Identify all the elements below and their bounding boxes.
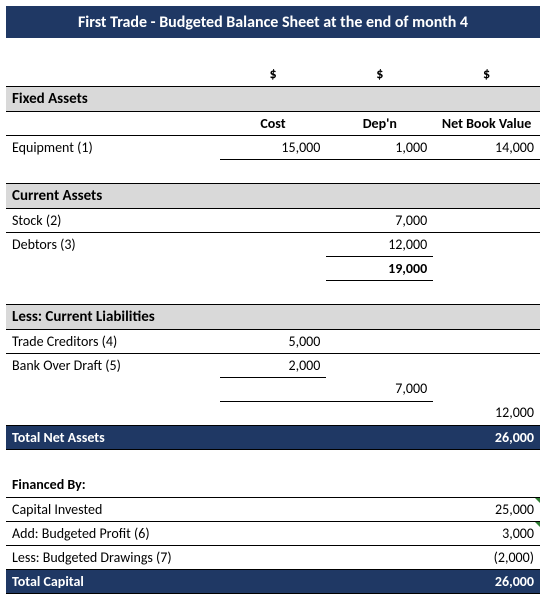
net-current-assets-row: 12,000	[6, 401, 540, 425]
equipment-row: Equipment (1) 15,000 1,000 14,000	[6, 135, 540, 159]
currency-header-row: $ $ $	[6, 62, 540, 86]
spacer	[6, 449, 540, 473]
total-capital-label: Total Capital	[6, 569, 433, 593]
liabilities-subtotal: 7,000	[326, 377, 433, 401]
total-net-assets-value: 26,000	[433, 425, 540, 449]
section-heading: Current Assets	[6, 183, 540, 208]
budgeted-drawings-value: (2,000)	[433, 545, 540, 569]
liabilities-subtotal-row: 7,000	[6, 377, 540, 401]
current-assets-subtotal-row: 19,000	[6, 256, 540, 280]
row-label: Add: Budgeted Profit (6)	[6, 521, 220, 545]
capital-invested-row: Capital Invested 25,000	[6, 497, 540, 521]
current-assets-header: Current Assets	[6, 183, 540, 208]
row-label: Capital Invested	[6, 497, 220, 521]
row-label: Stock (2)	[6, 208, 220, 232]
total-net-assets-row: Total Net Assets 26,000	[6, 425, 540, 449]
capital-invested-value: 25,000	[433, 497, 540, 521]
row-label: Less: Budgeted Drawings (7)	[6, 545, 220, 569]
col-nbv: Net Book Value	[433, 111, 540, 135]
spacer	[6, 38, 540, 62]
total-capital-value: 26,000	[433, 569, 540, 593]
col-depn: Dep'n	[326, 111, 433, 135]
col-cost: Cost	[220, 111, 327, 135]
section-heading: Financed By:	[6, 473, 540, 497]
trade-creditors-value: 5,000	[220, 329, 327, 353]
stock-value: 7,000	[326, 208, 433, 232]
currency-symbol: $	[220, 62, 327, 86]
spacer	[6, 159, 540, 183]
total-net-assets-label: Total Net Assets	[6, 425, 433, 449]
total-capital-row: Total Capital 26,000	[6, 569, 540, 593]
current-liabilities-header: Less: Current Liabilities	[6, 304, 540, 329]
financed-by-header: Financed By:	[6, 473, 540, 497]
equipment-depn: 1,000	[326, 135, 433, 159]
net-current-assets: 12,000	[433, 401, 540, 425]
title-row: First Trade - Budgeted Balance Sheet at …	[6, 6, 540, 38]
currency-symbol: $	[326, 62, 433, 86]
stock-row: Stock (2) 7,000	[6, 208, 540, 232]
row-label: Debtors (3)	[6, 232, 220, 256]
equipment-cost: 15,000	[220, 135, 327, 159]
fixed-assets-header: Fixed Assets	[6, 86, 540, 111]
row-label: Equipment (1)	[6, 135, 220, 159]
sheet-title: First Trade - Budgeted Balance Sheet at …	[6, 6, 540, 38]
debtors-value: 12,000	[326, 232, 433, 256]
overdraft-value: 2,000	[220, 353, 327, 377]
budgeted-profit-value: 3,000	[433, 521, 540, 545]
section-heading: Fixed Assets	[6, 86, 540, 111]
section-heading: Less: Current Liabilities	[6, 304, 540, 329]
spacer	[6, 280, 540, 304]
overdraft-row: Bank Over Draft (5) 2,000	[6, 353, 540, 377]
debtors-row: Debtors (3) 12,000	[6, 232, 540, 256]
current-assets-subtotal: 19,000	[326, 256, 433, 280]
budgeted-drawings-row: Less: Budgeted Drawings (7) (2,000)	[6, 545, 540, 569]
currency-symbol: $	[433, 62, 540, 86]
equipment-nbv: 14,000	[433, 135, 540, 159]
trade-creditors-row: Trade Creditors (4) 5,000	[6, 329, 540, 353]
row-label: Bank Over Draft (5)	[6, 353, 220, 377]
balance-sheet-table: First Trade - Budgeted Balance Sheet at …	[6, 6, 540, 594]
budgeted-profit-row: Add: Budgeted Profit (6) 3,000	[6, 521, 540, 545]
fixed-assets-columns: Cost Dep'n Net Book Value	[6, 111, 540, 135]
row-label: Trade Creditors (4)	[6, 329, 220, 353]
